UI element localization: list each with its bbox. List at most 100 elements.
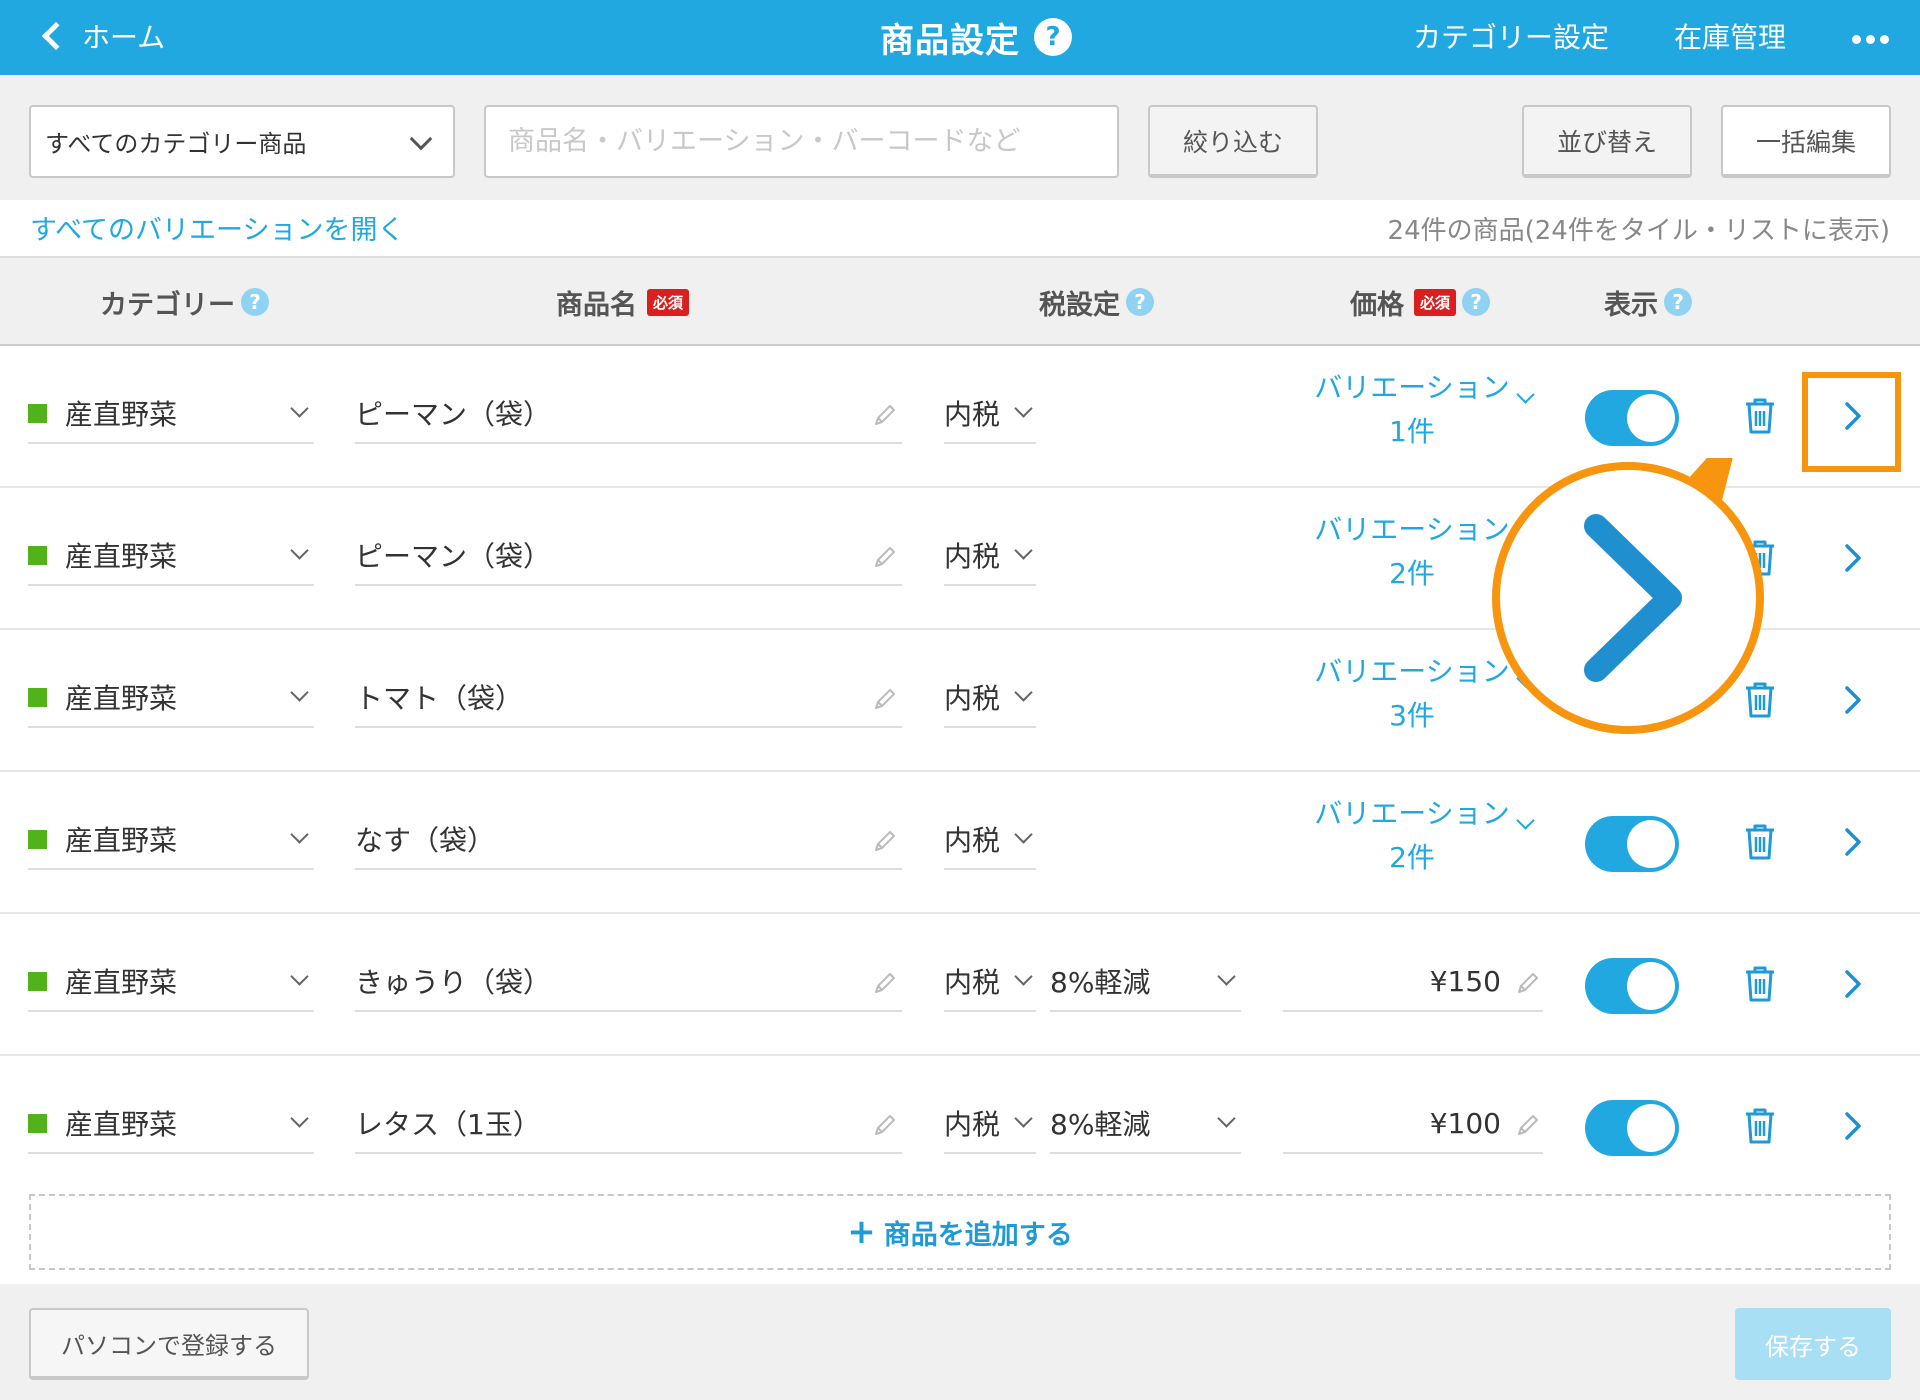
category-color-marker	[28, 545, 47, 565]
display-toggle[interactable]	[1585, 674, 1679, 730]
chevron-down-icon	[1516, 527, 1535, 546]
toggle-knob	[1627, 536, 1675, 584]
help-icon[interactable]: ?	[1034, 18, 1072, 56]
more-icon[interactable]	[1852, 35, 1889, 44]
variation-toggle[interactable]: バリエーション 2件	[1300, 508, 1540, 608]
price-value: ¥150	[1429, 964, 1501, 998]
pencil-icon[interactable]	[872, 686, 898, 712]
trash-icon[interactable]	[1742, 1106, 1778, 1146]
add-product-button[interactable]: + 商品を追加する	[29, 1194, 1891, 1270]
chevron-right-icon[interactable]	[1840, 682, 1866, 718]
trash-icon[interactable]	[1742, 538, 1778, 578]
chevron-down-icon	[1014, 541, 1033, 560]
pencil-icon[interactable]	[872, 402, 898, 428]
tax-value: 内税	[944, 398, 1001, 431]
help-icon[interactable]: ?	[1664, 288, 1692, 316]
trash-icon[interactable]	[1742, 396, 1778, 436]
tax-select[interactable]: 内税	[944, 1094, 1036, 1154]
tax-select[interactable]: 内税	[944, 384, 1036, 444]
category-select[interactable]: 産直野菜	[28, 526, 314, 586]
product-name-field[interactable]: きゅうり（袋）	[355, 952, 902, 1012]
trash-icon[interactable]	[1742, 964, 1778, 1004]
variation-toggle[interactable]: バリエーション 1件	[1300, 366, 1540, 466]
nav-stock-management[interactable]: 在庫管理	[1674, 14, 1786, 58]
variation-toggle[interactable]: バリエーション 2件	[1300, 792, 1540, 892]
display-toggle[interactable]	[1585, 958, 1679, 1014]
product-list: 産直野菜 ピーマン（袋） 内税 バリエーション 1件 産直野菜 ピーマン（袋） 内税 バリエーシ…	[0, 346, 1920, 1180]
product-name-field[interactable]: ピーマン（袋）	[355, 526, 902, 586]
tax-value: 内税	[944, 682, 1001, 715]
display-toggle[interactable]	[1585, 390, 1679, 446]
chevron-right-icon[interactable]	[1840, 1108, 1866, 1144]
category-select[interactable]: 産直野菜	[28, 810, 314, 870]
toggle-knob	[1627, 678, 1675, 726]
trash-icon[interactable]	[1742, 680, 1778, 720]
help-icon[interactable]: ?	[241, 288, 269, 316]
column-name: 商品名 必須	[556, 284, 690, 321]
pencil-icon[interactable]	[872, 544, 898, 570]
page-title-group: 商品設定 ?	[880, 12, 1072, 62]
pencil-icon[interactable]	[872, 828, 898, 854]
expand-all-variations-link[interactable]: すべてのバリエーションを開く	[30, 208, 405, 247]
tax-select[interactable]: 内税	[944, 810, 1036, 870]
display-toggle[interactable]	[1585, 532, 1679, 588]
search-input[interactable]	[484, 105, 1119, 178]
category-select[interactable]: 産直野菜	[28, 952, 314, 1012]
variation-toggle[interactable]: バリエーション 3件	[1300, 650, 1540, 750]
pencil-icon[interactable]	[872, 970, 898, 996]
product-name-field[interactable]: なす（袋）	[355, 810, 902, 870]
help-icon[interactable]: ?	[1126, 288, 1154, 316]
category-select[interactable]: 産直野菜	[28, 384, 314, 444]
trash-icon[interactable]	[1742, 822, 1778, 862]
chevron-down-icon	[1014, 399, 1033, 418]
sort-button[interactable]: 並び替え	[1522, 105, 1692, 178]
tax-value: 内税	[944, 1108, 1001, 1141]
chevron-right-icon[interactable]	[1840, 824, 1866, 860]
back-button[interactable]: ホーム	[40, 14, 165, 58]
product-name-field[interactable]: トマト（袋）	[355, 668, 902, 728]
product-name-value: ピーマン（袋）	[355, 398, 552, 431]
add-product-bar: + 商品を追加する	[0, 1180, 1920, 1284]
info-bar: すべてのバリエーションを開く 24件の商品(24件をタイル・リストに表示)	[0, 200, 1920, 258]
reduced-tax-select[interactable]: 8%軽減	[1050, 1094, 1241, 1154]
save-button[interactable]: 保存する	[1735, 1308, 1891, 1380]
register-on-pc-button[interactable]: パソコンで登録する	[29, 1308, 309, 1380]
category-filter-select[interactable]: すべてのカテゴリー商品	[29, 105, 455, 178]
column-display: 表示 ?	[1604, 284, 1692, 321]
bulk-edit-button[interactable]: 一括編集	[1721, 105, 1891, 178]
nav-category-settings[interactable]: カテゴリー設定	[1413, 14, 1609, 58]
tax-select[interactable]: 内税	[944, 526, 1036, 586]
chevron-down-icon	[1217, 1109, 1236, 1128]
chevron-down-icon	[290, 541, 309, 560]
reduced-tax-select[interactable]: 8%軽減	[1050, 952, 1241, 1012]
category-color-marker	[28, 403, 47, 423]
category-select[interactable]: 産直野菜	[28, 668, 314, 728]
variation-count: 1件	[1389, 415, 1435, 448]
table-row: 産直野菜 レタス（1玉） 内税 8%軽減 ¥100	[0, 1056, 1920, 1180]
display-toggle[interactable]	[1585, 816, 1679, 872]
table-row: 産直野菜 きゅうり（袋） 内税 8%軽減 ¥150	[0, 914, 1920, 1056]
product-name-field[interactable]: レタス（1玉）	[355, 1094, 902, 1154]
display-toggle[interactable]	[1585, 1100, 1679, 1156]
tax-select[interactable]: 内税	[944, 668, 1036, 728]
chevron-down-icon	[1516, 385, 1535, 404]
help-icon[interactable]: ?	[1462, 288, 1491, 316]
column-tax: 税設定 ?	[1039, 284, 1154, 321]
chevron-right-icon[interactable]	[1840, 540, 1866, 576]
variation-label: バリエーション	[1314, 797, 1510, 830]
price-field[interactable]: ¥150	[1283, 952, 1543, 1012]
product-name-field[interactable]: ピーマン（袋）	[355, 384, 902, 444]
tax-select[interactable]: 内税	[944, 952, 1036, 1012]
filter-button[interactable]: 絞り込む	[1148, 105, 1318, 178]
product-name-value: きゅうり（袋）	[355, 966, 552, 999]
price-field[interactable]: ¥100	[1283, 1094, 1543, 1154]
column-category-label: カテゴリー	[100, 289, 235, 321]
category-value: 産直野菜	[65, 682, 178, 715]
variation-count: 2件	[1389, 557, 1435, 590]
pencil-icon[interactable]	[1515, 970, 1541, 996]
pencil-icon[interactable]	[872, 1112, 898, 1138]
category-select[interactable]: 産直野菜	[28, 1094, 314, 1154]
pencil-icon[interactable]	[1515, 1112, 1541, 1138]
chevron-right-icon[interactable]	[1840, 966, 1866, 1002]
product-count: 24件の商品(24件をタイル・リストに表示)	[1387, 216, 1890, 246]
